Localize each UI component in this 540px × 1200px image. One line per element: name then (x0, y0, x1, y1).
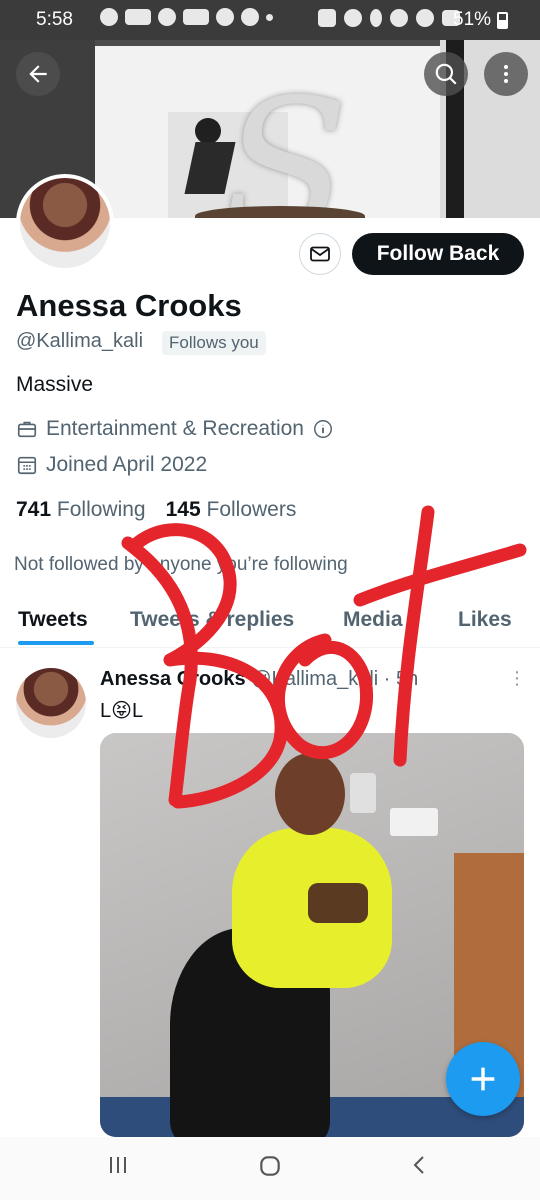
following-count: 741 (16, 498, 52, 521)
tag-icon (216, 8, 234, 26)
system-icons (318, 9, 460, 27)
profile-tabs: Tweets Tweets & replies Media Likes (0, 596, 540, 648)
alert-icon (241, 8, 259, 26)
profile-handle: @Kallima_kali (16, 330, 144, 352)
wifi-icon (416, 9, 434, 27)
not-followed-text: Not followed by anyone you’re following (14, 554, 348, 575)
banner-crystal-letter: S (222, 59, 349, 219)
tweet-author[interactable]: Anessa Crooks (100, 668, 246, 690)
battery-percent: 51% (453, 9, 492, 30)
profile-bio: Massive (16, 373, 94, 396)
follow-stats: 741 Following 145 Followers (16, 498, 296, 522)
profile-name: Anessa Crooks (16, 288, 242, 323)
status-time: 5:58 (36, 9, 73, 30)
image-phone (350, 773, 376, 813)
tweet-separator: · (383, 668, 391, 690)
followers-count: 145 (165, 498, 201, 521)
spotify-icon (100, 8, 118, 26)
status-bar: 5:58 51% (0, 0, 540, 40)
message-button[interactable] (299, 233, 341, 275)
compose-tweet-button[interactable] (446, 1042, 520, 1116)
briefcase-icon (17, 421, 37, 438)
twitter-icon (158, 8, 176, 26)
follow-back-button[interactable]: Follow Back (352, 233, 524, 275)
active-tab-indicator (18, 641, 94, 645)
chevron-left-icon (413, 1156, 424, 1174)
bluetooth-icon (370, 9, 382, 27)
calendar-icon (17, 456, 37, 475)
tab-likes[interactable]: Likes (458, 608, 512, 632)
following-label: Following (56, 498, 146, 521)
android-nav-bar (0, 1137, 540, 1200)
battery-icon (497, 12, 508, 29)
joined-label: Joined April 2022 (46, 453, 208, 476)
tab-media[interactable]: Media (343, 608, 403, 632)
photos-icon (183, 9, 209, 25)
more-button[interactable] (484, 52, 528, 96)
followers-link[interactable]: 145 Followers (166, 498, 297, 522)
tweet-time: 5h (396, 668, 419, 690)
tab-tweets-replies[interactable]: Tweets & replies (130, 608, 294, 632)
image-person-bag (308, 883, 368, 923)
notification-icons (100, 8, 273, 26)
followers-label: Followers (206, 498, 297, 521)
tweet-text: L😝L (100, 700, 144, 722)
dot-icon (266, 13, 273, 21)
tweet-handle: @Kallima_kali (251, 668, 379, 690)
tweet-more-icon[interactable]: ⋮ (508, 668, 526, 689)
profile-avatar[interactable] (16, 174, 114, 272)
recent-apps-button[interactable] (106, 1153, 130, 1184)
category-label: Entertainment & Recreation (46, 417, 304, 440)
info-icon[interactable] (312, 418, 334, 440)
back-arrow-icon (29, 65, 47, 83)
more-vert-icon (504, 65, 508, 83)
home-button[interactable] (257, 1153, 283, 1186)
tweet-header: Anessa Crooks @Kallima_kali · 5h (100, 668, 418, 691)
alarm-icon (344, 9, 362, 27)
profile-joined: Joined April 2022 (16, 453, 207, 477)
home-icon (260, 1156, 280, 1176)
search-icon (435, 63, 457, 85)
nfc-icon (318, 9, 336, 27)
tweet-avatar[interactable] (16, 668, 86, 738)
mail-icon (310, 246, 330, 262)
image-thermostat (390, 808, 438, 836)
recents-icon (110, 1157, 126, 1173)
back-button[interactable] (16, 52, 60, 96)
profile-category: Entertainment & Recreation (16, 417, 334, 441)
banner-figure-head (195, 118, 221, 144)
tab-tweets[interactable]: Tweets (18, 608, 88, 632)
mute-icon (390, 9, 408, 27)
plus-icon (471, 1067, 495, 1091)
follows-you-badge: Follows you (162, 331, 266, 355)
image-person-head (275, 753, 345, 835)
search-button[interactable] (424, 52, 468, 96)
ring-icon (125, 9, 151, 25)
following-link[interactable]: 741 Following (16, 498, 146, 522)
back-nav-button[interactable] (408, 1153, 432, 1184)
